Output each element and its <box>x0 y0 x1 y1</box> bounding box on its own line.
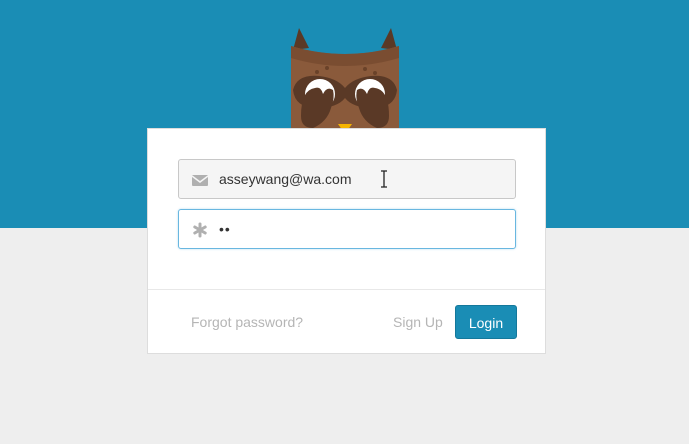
password-value: •• <box>219 221 231 237</box>
owl-mascot <box>291 28 399 132</box>
card-divider <box>148 289 545 290</box>
login-button[interactable]: Login <box>455 305 517 339</box>
sign-up-link[interactable]: Sign Up <box>393 314 443 330</box>
login-card: asseywang@wa.com •• Forgot password? Sig… <box>147 128 546 354</box>
envelope-icon <box>191 175 209 186</box>
forgot-password-link[interactable]: Forgot password? <box>191 314 303 330</box>
asterisk-icon <box>193 222 207 238</box>
text-cursor-icon <box>381 170 387 188</box>
email-field[interactable]: asseywang@wa.com <box>178 159 516 199</box>
password-field[interactable]: •• <box>178 209 516 249</box>
email-value: asseywang@wa.com <box>219 171 352 187</box>
